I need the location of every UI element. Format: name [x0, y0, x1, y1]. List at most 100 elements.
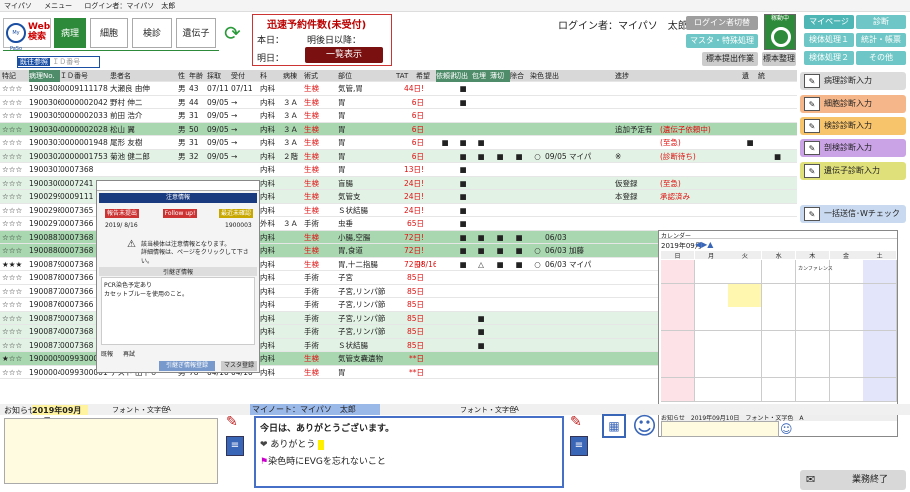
calendar-day[interactable] [863, 330, 898, 355]
col-header[interactable]: 病理No. [29, 70, 60, 82]
calendar-day[interactable] [661, 283, 695, 308]
master-button[interactable]: マスタ・特殊処理 [686, 34, 758, 48]
calendar-day[interactable] [829, 354, 864, 378]
col-header[interactable]: 年齢 [189, 70, 206, 82]
document-icon-2[interactable]: ≡ [570, 436, 588, 456]
calendar-day[interactable] [661, 377, 695, 402]
calendar-day[interactable] [829, 283, 864, 308]
col-header[interactable]: 包埋 [472, 70, 490, 82]
pen-icon[interactable]: ✎ [226, 414, 238, 430]
calendar-day[interactable] [661, 307, 695, 331]
calendar-day[interactable] [762, 283, 797, 308]
end-work-button[interactable]: 業務終了 [800, 470, 906, 490]
calendar-day[interactable] [762, 260, 797, 284]
calendar-day[interactable] [728, 354, 763, 378]
col-header[interactable]: 除合 [510, 70, 528, 82]
calendar-day[interactable] [661, 260, 695, 284]
calendar-day[interactable] [694, 283, 729, 308]
calendar-day[interactable] [795, 260, 830, 284]
table-row[interactable]: ☆☆☆ 1900303 0000001948 尾形 友樹 男 31 09/05 → 内科 ３Ａ 生検… [0, 136, 797, 150]
calendar-day[interactable] [694, 354, 729, 378]
col-header[interactable]: ＩＤ番号 [60, 70, 110, 82]
specimen-arrange-button[interactable]: 標本整理 [762, 52, 796, 66]
nav-proc1[interactable]: 検体処理１ [804, 33, 854, 47]
side-button[interactable]: ✎ 一括送信･Wチェック [800, 205, 906, 223]
table-row[interactable]: ☆☆☆ 1900308 0009111178 大瀬良 由伸 男 43 07/11 07/11 内… [0, 82, 797, 96]
calendar-day[interactable] [728, 330, 763, 355]
calendar-day[interactable] [762, 307, 797, 331]
calendar-day[interactable] [829, 260, 864, 284]
col-header[interactable]: 切出 [454, 70, 472, 82]
calendar-day[interactable] [762, 377, 797, 402]
calendar-day[interactable] [661, 354, 695, 378]
nav-other[interactable]: その他 [856, 51, 906, 65]
calendar-day[interactable] [728, 283, 763, 308]
col-header[interactable]: 採取 [207, 70, 231, 82]
side-button[interactable]: ✎ 検診診断入力 [800, 117, 906, 135]
calendar-day[interactable] [762, 354, 797, 378]
calendar-day[interactable] [728, 307, 763, 331]
col-header[interactable]: 依頼書 [436, 70, 454, 82]
calendar-day[interactable] [863, 354, 898, 378]
col-header[interactable]: 受付 [231, 70, 260, 82]
side-button[interactable]: ✎ 細胞診断入力 [800, 95, 906, 113]
col-header[interactable]: 提出 [545, 70, 595, 82]
mynote-editor[interactable]: 今日は、ありがとうございます。 ❤ ありがとう ⚑染色時にEVGを忘れないこと [254, 416, 564, 488]
col-header[interactable]: 病棟 [283, 70, 303, 82]
table-row[interactable]: ☆☆☆ 1900301 0007368 内科 生検 胃 13日! ■ [0, 163, 797, 177]
col-header[interactable]: 特記 [2, 70, 29, 82]
refresh-icon[interactable]: ⟳ [224, 22, 244, 44]
table-row[interactable]: ☆☆☆ 1900306 0000002042 野村 伸二 男 44 09/05 → 内科 ３Ａ 生検… [0, 96, 797, 109]
calendar-day[interactable] [863, 260, 898, 284]
tab-pathology[interactable]: 病理 [54, 18, 86, 48]
calendar-day[interactable] [728, 377, 763, 402]
col-header[interactable]: 薄切 [490, 70, 510, 82]
calendar-day[interactable] [795, 307, 830, 331]
col-header[interactable]: 希望 [416, 70, 436, 82]
col-header[interactable]: 染色 [530, 70, 545, 82]
col-header[interactable]: 患者名 [110, 70, 178, 82]
col-header[interactable]: 遺 [742, 70, 758, 82]
nav-mypage[interactable]: マイページ [804, 15, 854, 29]
calendar-day[interactable] [795, 330, 830, 355]
menu-menu[interactable]: メニュー [44, 2, 72, 10]
col-header[interactable]: 部位 [338, 70, 394, 82]
nav-proc2[interactable]: 検体処理２ [804, 51, 854, 65]
calendar-day[interactable] [694, 260, 729, 284]
col-header[interactable]: 術式 [304, 70, 338, 82]
calendar-day[interactable] [795, 354, 830, 378]
tab-cytology[interactable]: 細胞 [90, 18, 128, 48]
table-row[interactable]: ☆☆☆ 1900304 0000002028 松山 翼 男 50 09/05 → 内科 ３Ａ 生検 胃… [0, 122, 797, 136]
list-display-button[interactable]: 一覧表示 [305, 47, 383, 63]
calendar-day[interactable] [694, 330, 729, 355]
specimen-out-button[interactable]: 標本提出作業 [702, 52, 758, 66]
side-button[interactable]: ✎ 病理診断入力 [800, 72, 906, 90]
nav-stats[interactable]: 統計・帳票 [856, 33, 906, 47]
col-header[interactable]: 統 [758, 70, 797, 82]
side-button[interactable]: ✎ 遺伝子診断入力 [800, 162, 906, 180]
side-button[interactable]: ✎ 剖検診断入力 [800, 139, 906, 157]
calendar-day[interactable] [762, 330, 797, 355]
col-header[interactable]: 科 [260, 70, 282, 82]
info-note[interactable] [4, 418, 218, 484]
col-header[interactable]: 性 [178, 70, 188, 82]
calendar-day[interactable] [728, 260, 763, 284]
document-icon[interactable]: ≡ [226, 436, 244, 456]
calendar-day[interactable] [795, 283, 830, 308]
table-row[interactable]: ☆☆☆ 1900302 0000001753 菊池 健二郎 男 32 09/05 → 内科 ２階生… [0, 149, 797, 163]
calendar-day[interactable] [795, 377, 830, 402]
switch-login-button[interactable]: ログイン者切替 [686, 16, 758, 30]
smile-icon[interactable]: ☺ [632, 412, 657, 440]
calendar-day[interactable] [863, 377, 898, 402]
calendar-day[interactable] [694, 307, 729, 331]
tab-gene[interactable]: 遺伝子 [176, 18, 216, 48]
calendar-day[interactable] [829, 377, 864, 402]
tab-screening[interactable]: 検診 [132, 18, 172, 48]
calendar-icon[interactable]: ▦ [602, 414, 626, 438]
prev-ref-field[interactable]: 既往参照 ＩＤ番号 [17, 56, 100, 68]
nav-diagnosis[interactable]: 診断 [856, 15, 906, 29]
calendar-day[interactable] [829, 307, 864, 331]
calendar-day[interactable] [863, 307, 898, 331]
calendar-day[interactable] [661, 330, 695, 355]
calendar-day[interactable] [694, 377, 729, 402]
